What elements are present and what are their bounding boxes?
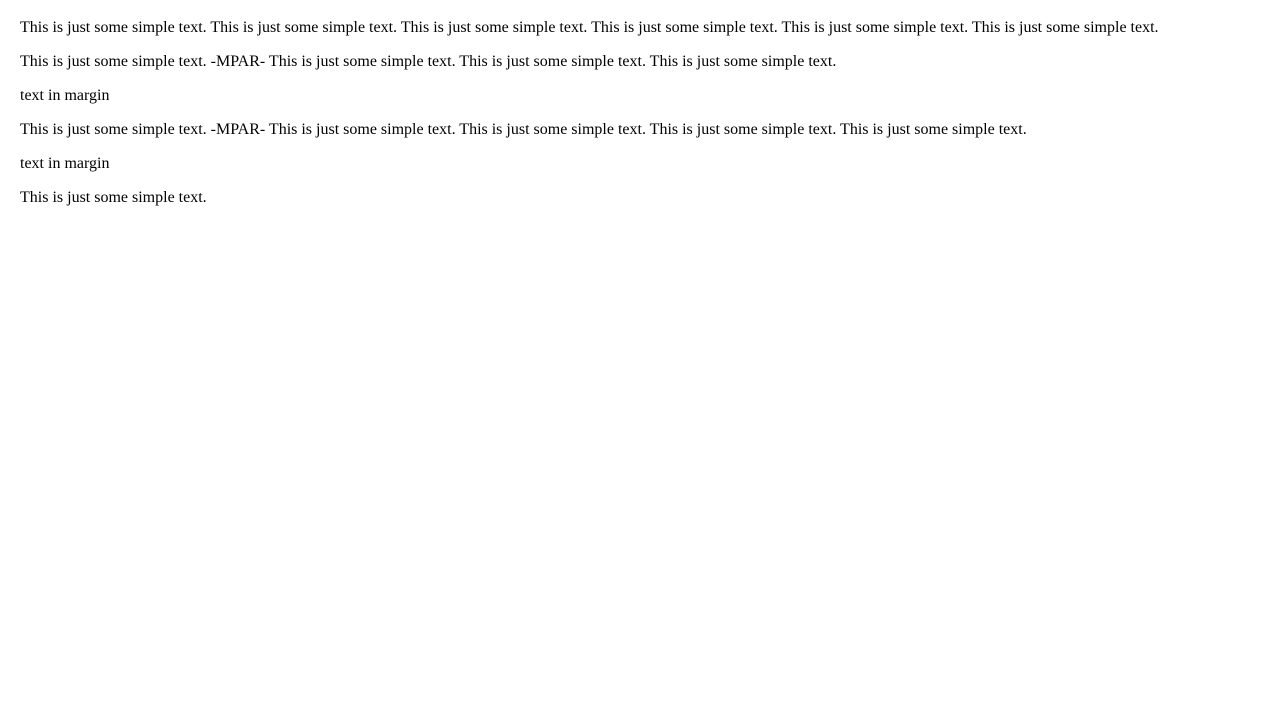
paragraph-4: This is just some simple text.	[20, 189, 207, 206]
document-body: This is just some simple text. This is j…	[0, 0, 1280, 207]
margin-note-1: text in margin	[20, 87, 110, 104]
paragraph-2: This is just some simple text. -MPAR- Th…	[20, 53, 837, 70]
paragraph-1: This is just some simple text. This is j…	[20, 19, 1159, 36]
paragraph-3: This is just some simple text. -MPAR- Th…	[20, 121, 1027, 138]
margin-note-2: text in margin	[20, 155, 110, 172]
